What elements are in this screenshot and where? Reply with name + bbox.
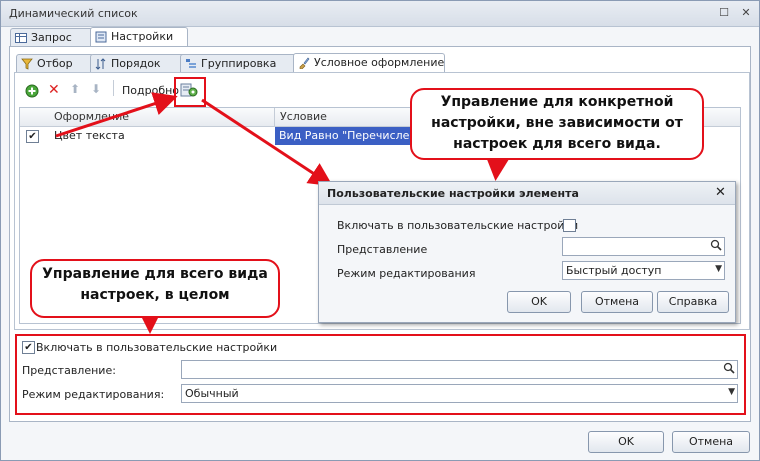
callout-specific-text: Управление для конкретной настройки, вне…	[431, 94, 683, 152]
chevron-down-icon[interactable]: ▼	[728, 387, 735, 397]
dialog-edit-mode-select[interactable]: Быстрый доступ ▼	[562, 261, 725, 280]
cancel-button[interactable]: Отмена	[672, 431, 750, 453]
presentation-label: Представление:	[22, 364, 116, 377]
edit-mode-value: Обычный	[185, 387, 239, 400]
edit-mode-select[interactable]: Обычный ▼	[181, 384, 738, 403]
dialog-ok-button[interactable]: OK	[507, 291, 571, 313]
dialog-title: Пользовательские настройки элемента	[327, 187, 579, 200]
include-user-settings-checkbox[interactable]: ✔	[22, 341, 35, 354]
dialog-close-icon[interactable]: ✕	[715, 185, 726, 200]
callout-whole-text: Управление для всего вида настроек, в це…	[42, 266, 268, 303]
callout-specific-setting: Управление для конкретной настройки, вне…	[410, 88, 704, 160]
search-icon[interactable]	[710, 239, 722, 251]
dialog-edit-mode-value: Быстрый доступ	[566, 264, 662, 277]
dialog-title-bar: Пользовательские настройки элемента ✕	[319, 182, 735, 205]
dialog-presentation-label: Представление	[337, 243, 428, 256]
search-icon[interactable]	[723, 362, 735, 374]
callout-whole-view: Управление для всего вида настроек, в це…	[30, 259, 280, 318]
dialog-presentation-input[interactable]	[562, 237, 725, 256]
dialog-cancel-button[interactable]: Отмена	[581, 291, 653, 313]
dialog-include-checkbox[interactable]	[563, 219, 576, 232]
chevron-down-icon[interactable]: ▼	[715, 264, 722, 274]
include-user-settings-label: Включать в пользовательские настройки	[36, 341, 278, 354]
presentation-input[interactable]	[181, 360, 738, 379]
dialog-edit-mode-label: Режим редактирования	[337, 267, 476, 280]
ok-button[interactable]: OK	[588, 431, 664, 453]
dialog-help-button[interactable]: Справка	[657, 291, 729, 313]
edit-mode-label: Режим редактирования:	[22, 388, 165, 401]
dialog-include-label: Включать в пользовательские настройки	[337, 219, 579, 232]
element-settings-dialog: Пользовательские настройки элемента ✕ Вк…	[318, 181, 736, 323]
